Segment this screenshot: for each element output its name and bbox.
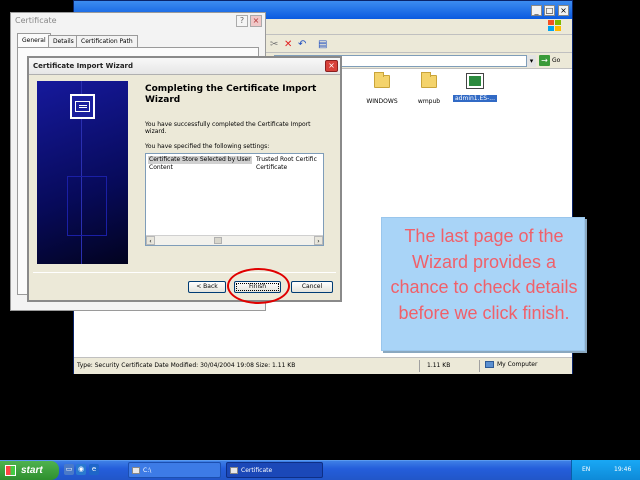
scroll-thumb[interactable] [214, 237, 222, 244]
go-label: Go [552, 57, 561, 64]
certificate-close-button[interactable]: × [250, 15, 262, 27]
cancel-button[interactable]: Cancel [291, 281, 333, 293]
file-name: admin1.ES-... [452, 95, 497, 102]
status-location-label: My Computer [497, 361, 538, 368]
delete-icon[interactable]: ✕ [284, 39, 292, 50]
folder-wmpub[interactable]: wmpub [403, 72, 455, 105]
setting-key: Certificate Store Selected by User [148, 156, 252, 164]
file-name: WINDOWS [366, 98, 398, 105]
language-indicator[interactable]: EN [582, 466, 590, 473]
status-bar: Type: Security Certificate Date Modified… [74, 357, 572, 374]
windows-flag-icon [5, 465, 16, 476]
import-wizard-dialog: Certificate Import Wizard × Completing t… [27, 56, 342, 302]
status-divider [479, 360, 480, 372]
task-c-drive[interactable]: C:\ [128, 462, 221, 478]
help-button[interactable]: ? [236, 15, 248, 27]
wizard-title: Certificate Import Wizard [33, 62, 134, 70]
setting-value: Trusted Root Certific [256, 156, 317, 163]
show-desktop-icon[interactable]: ▭ [64, 464, 74, 475]
go-arrow-icon: → [539, 55, 550, 66]
views-icon[interactable]: ▤ [318, 39, 327, 50]
horizontal-scrollbar[interactable]: ‹ › [146, 235, 323, 245]
task-label: Certificate [241, 467, 273, 474]
start-label: start [21, 465, 43, 476]
instruction-callout: The last page of the Wizard provides a c… [381, 217, 585, 351]
wizard-close-button[interactable]: × [325, 60, 338, 72]
explorer-quicklaunch-icon[interactable]: ◉ [76, 464, 86, 475]
wizard-separator [33, 272, 336, 273]
settings-row[interactable]: Content Certificate [148, 164, 323, 172]
undo-icon[interactable]: ↶ [298, 39, 306, 50]
drive-icon [132, 467, 140, 474]
go-button[interactable]: → Go [539, 55, 567, 67]
address-dropdown-icon[interactable]: ▾ [526, 55, 536, 67]
clock[interactable]: 19:46 [614, 466, 631, 473]
folder-windows[interactable]: WINDOWS [356, 72, 408, 105]
task-label: C:\ [143, 467, 152, 474]
finish-highlight-ellipse [227, 268, 290, 304]
wizard-description: You have successfully completed the Cert… [145, 121, 311, 135]
status-size: 1.11 KB [427, 362, 451, 369]
setting-value: Certificate [256, 164, 288, 171]
certificate-icon-glyph [75, 101, 90, 112]
certificate-window-title: Certificate [15, 16, 57, 25]
banner-decoration [67, 176, 107, 236]
scroll-left-icon[interactable]: ‹ [146, 236, 155, 245]
wizard-titlebar[interactable]: Certificate Import Wizard × [29, 58, 340, 75]
settings-label: You have specified the following setting… [145, 143, 270, 150]
status-divider [419, 360, 420, 372]
setting-key: Content [149, 164, 173, 171]
my-computer-icon [485, 361, 494, 368]
tab-general[interactable]: General [17, 33, 51, 47]
start-button[interactable]: start [0, 461, 59, 480]
folder-icon [374, 72, 390, 88]
system-tray: EN 19:46 [571, 460, 640, 480]
callout-text: The last page of the Wizard provides a c… [390, 226, 578, 323]
close-button[interactable]: × [558, 5, 569, 16]
wizard-heading: Completing the Certificate Import Wizard [145, 84, 317, 105]
move-to-icon[interactable]: ✂ [270, 39, 278, 50]
certificate-file[interactable]: admin1.ES-... [449, 73, 501, 102]
minimize-button[interactable]: _ [531, 5, 542, 16]
status-location: My Computer [485, 361, 537, 368]
certificate-file-icon [466, 73, 484, 89]
certificate-icon [70, 94, 95, 119]
windows-logo-icon [548, 20, 561, 31]
status-details: Type: Security Certificate Date Modified… [77, 362, 296, 369]
folder-icon [421, 72, 437, 88]
maximize-button[interactable]: □ [544, 5, 555, 16]
scroll-right-icon[interactable]: › [314, 236, 323, 245]
tab-certification-path[interactable]: Certification Path [76, 35, 138, 47]
tab-details[interactable]: Details [48, 35, 79, 47]
back-button[interactable]: < Back [188, 281, 226, 293]
task-certificate[interactable]: Certificate [226, 462, 323, 478]
settings-row[interactable]: Certificate Store Selected by User Trust… [148, 156, 323, 164]
certificate-window-icon [230, 467, 238, 474]
internet-explorer-icon[interactable]: e [89, 464, 99, 475]
settings-list[interactable]: Certificate Store Selected by User Trust… [145, 153, 324, 246]
wizard-banner [37, 81, 128, 264]
file-name: wmpub [417, 98, 441, 105]
